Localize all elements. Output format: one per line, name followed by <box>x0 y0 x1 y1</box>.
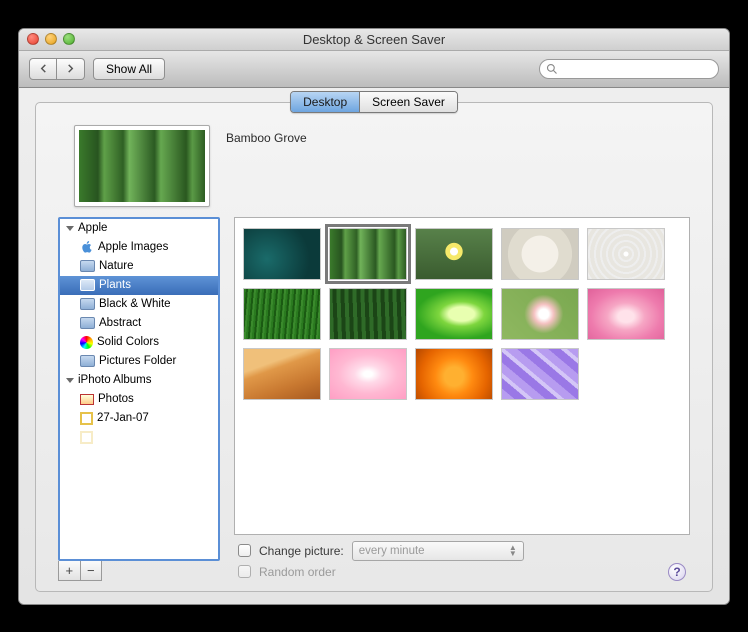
help-button[interactable]: ? <box>668 563 686 581</box>
window-title: Desktop & Screen Saver <box>19 32 729 47</box>
wallpaper-thumb[interactable] <box>415 348 493 400</box>
back-button[interactable] <box>29 58 57 80</box>
wallpaper-thumb-selected[interactable] <box>329 228 407 280</box>
sidebar-item-abstract[interactable]: Abstract <box>60 314 218 333</box>
tab-desktop[interactable]: Desktop <box>291 92 359 112</box>
tab-bar: Desktop Screen Saver <box>50 91 698 113</box>
folder-icon <box>80 298 95 310</box>
sidebar-item-plants[interactable]: Plants <box>60 276 218 295</box>
sidebar-item-nature[interactable]: Nature <box>60 257 218 276</box>
add-remove-bar: + − <box>58 561 102 581</box>
toolbar: Show All <box>19 51 729 88</box>
add-folder-button[interactable]: + <box>59 561 80 580</box>
forward-button[interactable] <box>57 58 85 80</box>
random-order-label: Random order <box>259 565 336 579</box>
wallpaper-thumb[interactable] <box>243 288 321 340</box>
group-apple[interactable]: Apple <box>60 219 218 238</box>
disclosure-triangle-icon[interactable] <box>66 226 74 231</box>
nav-segment <box>29 58 85 80</box>
wallpaper-thumb[interactable] <box>501 228 579 280</box>
search-icon <box>546 63 558 75</box>
change-picture-label: Change picture: <box>259 544 344 558</box>
sidebar-item-photos[interactable]: Photos <box>60 390 218 409</box>
wallpaper-thumb[interactable] <box>329 288 407 340</box>
random-order-row: Random order ? <box>234 561 690 581</box>
wallpaper-thumb[interactable] <box>501 288 579 340</box>
prefs-window: Desktop & Screen Saver Show All Desktop … <box>18 28 730 605</box>
wallpaper-thumb[interactable] <box>415 228 493 280</box>
titlebar[interactable]: Desktop & Screen Saver <box>19 29 729 51</box>
current-wallpaper-name: Bamboo Grove <box>226 131 307 145</box>
disclosure-triangle-icon[interactable] <box>66 378 74 383</box>
pictures-folder-icon <box>80 355 95 367</box>
search-field[interactable] <box>539 59 719 79</box>
group-iphoto[interactable]: iPhoto Albums <box>60 371 218 390</box>
sidebar-item-apple-images[interactable]: Apple Images <box>60 238 218 257</box>
stepper-arrows-icon: ▲▼ <box>509 545 517 557</box>
sidebar-item-solid-colors[interactable]: Solid Colors <box>60 333 218 352</box>
apple-icon <box>80 240 94 254</box>
show-all-button[interactable]: Show All <box>93 58 165 80</box>
wallpaper-thumb[interactable] <box>587 228 665 280</box>
tab-screensaver[interactable]: Screen Saver <box>359 92 457 112</box>
folder-icon <box>80 260 95 272</box>
remove-folder-button[interactable]: − <box>80 561 102 580</box>
current-wallpaper-preview <box>74 125 210 207</box>
folder-icon <box>80 317 95 329</box>
photo-icon <box>80 394 94 405</box>
source-list[interactable]: Apple Apple Images Nature Plants Black &… <box>58 217 220 561</box>
wallpaper-thumb[interactable] <box>587 288 665 340</box>
current-preview-row: Bamboo Grove <box>50 121 698 217</box>
wallpaper-thumb[interactable] <box>501 348 579 400</box>
folder-icon <box>80 279 95 291</box>
thumbnail-grid[interactable] <box>234 217 690 535</box>
wallpaper-thumb[interactable] <box>329 348 407 400</box>
album-icon <box>80 412 93 425</box>
color-wheel-icon <box>80 336 93 349</box>
sidebar-item-pictures-folder[interactable]: Pictures Folder <box>60 352 218 371</box>
wallpaper-thumb[interactable] <box>415 288 493 340</box>
random-order-checkbox <box>238 565 251 578</box>
change-interval-select[interactable]: every minute ▲▼ <box>352 541 524 561</box>
sidebar-item-black-white[interactable]: Black & White <box>60 295 218 314</box>
sidebar-item-overflow[interactable] <box>60 428 218 447</box>
change-picture-row: Change picture: every minute ▲▼ <box>234 535 690 561</box>
change-interval-value: every minute <box>359 545 425 557</box>
content-area: Desktop Screen Saver Bamboo Grove Apple … <box>19 88 729 604</box>
wallpaper-thumb[interactable] <box>243 228 321 280</box>
change-picture-checkbox[interactable] <box>238 544 251 557</box>
show-all-label: Show All <box>106 62 152 76</box>
album-icon <box>80 431 93 444</box>
wallpaper-thumb[interactable] <box>243 348 321 400</box>
panel: Desktop Screen Saver Bamboo Grove Apple … <box>35 102 713 592</box>
sidebar-item-album-1[interactable]: 27-Jan-07 <box>60 409 218 428</box>
